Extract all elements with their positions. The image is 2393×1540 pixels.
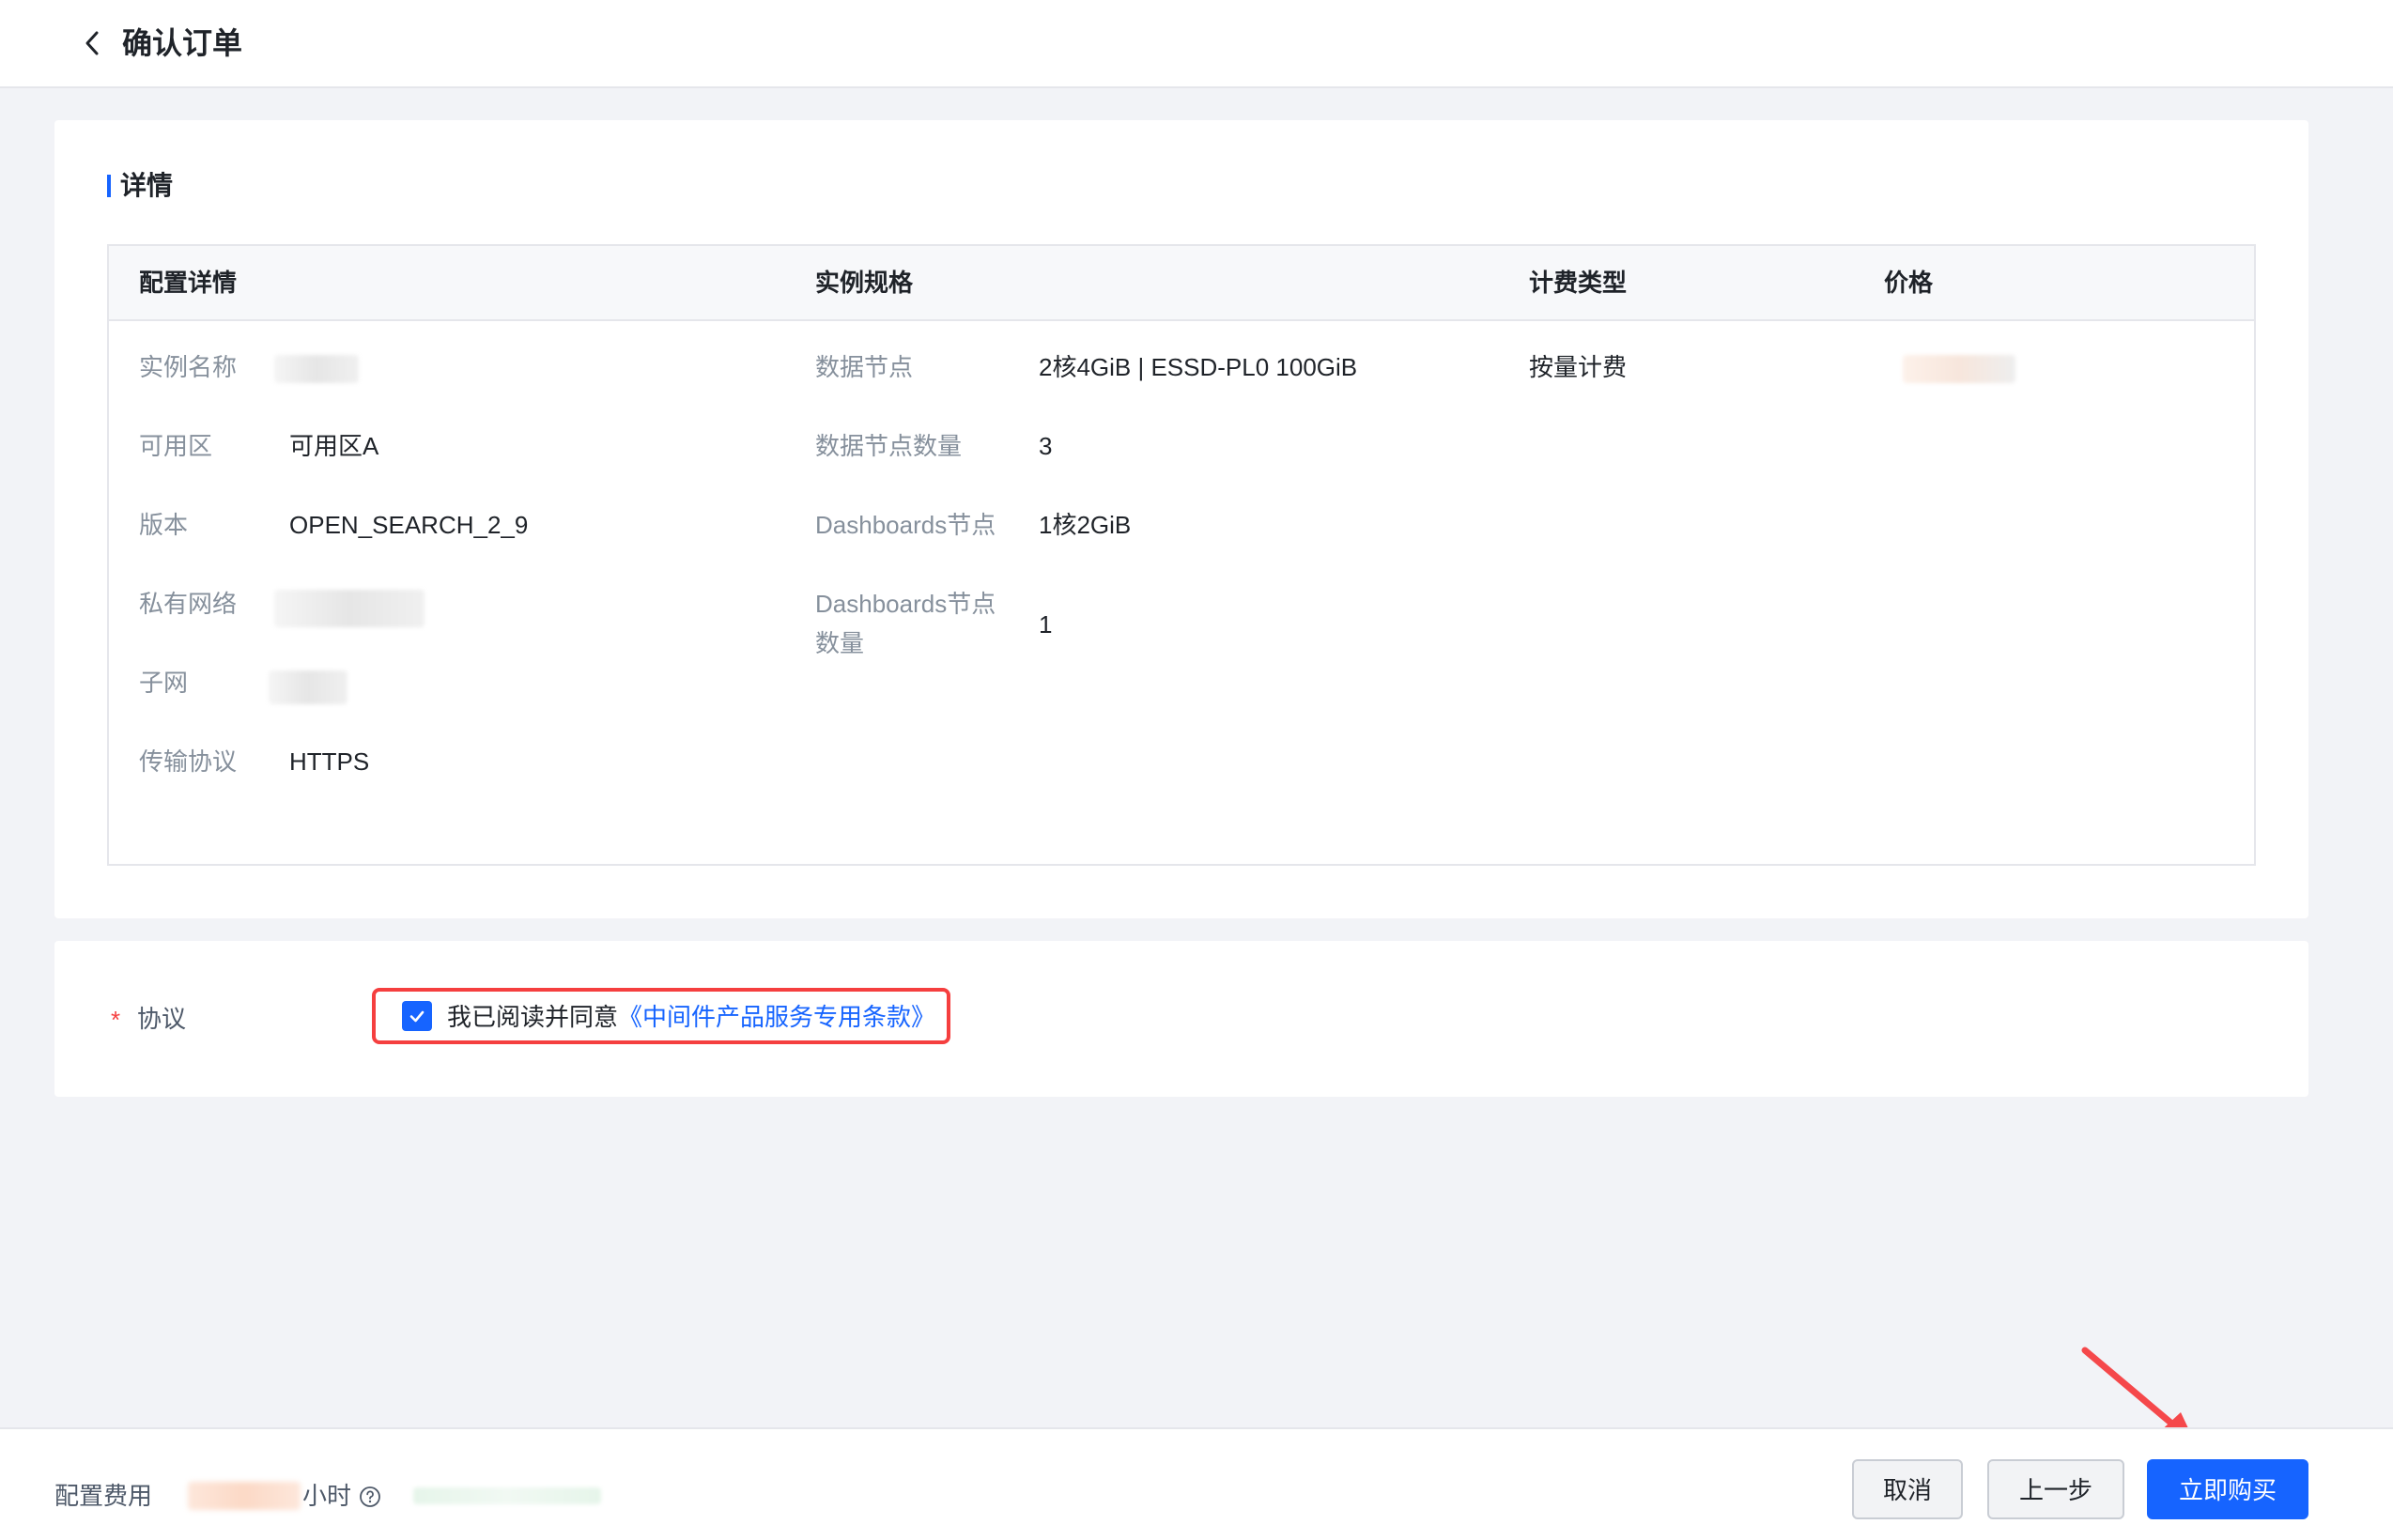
help-circle-icon[interactable] — [359, 1486, 381, 1508]
config-label-vpc: 私有网络 — [139, 590, 238, 618]
details-card: 详情 配置详情 实例规格 计费类型 价格 实例名称 可用区 可用区A 版本 OP… — [54, 120, 2308, 918]
footer-bar: 配置费用 小时 取消 上一步 立即购买 — [0, 1427, 2393, 1540]
spec-label-data-node-count: 数据节点数量 — [815, 432, 963, 460]
column-header-price: 价格 — [1884, 269, 1934, 297]
vpc-redacted — [274, 590, 425, 627]
column-header-spec: 实例规格 — [815, 269, 914, 297]
spec-value-dashboards-node-count: 1 — [1039, 610, 1053, 639]
required-mark: * — [111, 1006, 121, 1034]
agreement-text: 我已阅读并同意《中间件产品服务专用条款》 — [447, 997, 935, 1037]
page-title: 确认订单 — [122, 26, 243, 60]
subnet-redacted — [269, 670, 347, 704]
price-redacted — [1903, 355, 2015, 383]
agreement-label: 协议 — [137, 1005, 187, 1033]
config-label-subnet: 子网 — [139, 669, 189, 697]
spec-value-data-node: 2核4GiB | ESSD-PL0 100GiB — [1039, 353, 1358, 381]
config-label-protocol: 传输协议 — [139, 747, 238, 776]
config-label-instance-name: 实例名称 — [139, 353, 238, 381]
instance-name-redacted — [274, 355, 359, 383]
billing-type-value: 按量计费 — [1529, 353, 1628, 381]
spec-label-data-node: 数据节点 — [815, 353, 914, 381]
fee-price-redacted — [188, 1482, 301, 1510]
column-header-billing: 计费类型 — [1529, 269, 1628, 297]
config-value-version: OPEN_SEARCH_2_9 — [289, 511, 529, 539]
buy-now-button[interactable]: 立即购买 — [2147, 1459, 2308, 1519]
prev-step-button[interactable]: 上一步 — [1987, 1459, 2124, 1519]
fee-label: 配置费用 — [54, 1482, 153, 1510]
config-value-zone: 可用区A — [289, 432, 379, 460]
config-value-protocol: HTTPS — [289, 747, 370, 776]
table-header: 配置详情 实例规格 计费类型 价格 — [109, 246, 2254, 321]
fee-unit: 小时 — [302, 1482, 352, 1510]
order-table: 配置详情 实例规格 计费类型 价格 实例名称 可用区 可用区A 版本 OPEN_… — [107, 244, 2256, 866]
section-title: 详情 — [107, 167, 173, 205]
config-label-version: 版本 — [139, 511, 189, 539]
config-label-zone: 可用区 — [139, 432, 213, 460]
chevron-left-icon — [85, 31, 99, 55]
page-header: 确认订单 — [0, 0, 2393, 88]
column-header-config: 配置详情 — [139, 269, 238, 297]
spec-label-dashboards-node-count: Dashboards节点数量 — [815, 590, 996, 657]
agreement-checkbox[interactable] — [402, 1001, 432, 1031]
check-icon — [409, 1010, 425, 1023]
fee-detail-redacted — [413, 1487, 601, 1504]
spec-label-dashboards-node: Dashboards节点 — [815, 511, 996, 539]
cancel-button[interactable]: 取消 — [1852, 1459, 1963, 1519]
spec-value-data-node-count: 3 — [1039, 432, 1053, 460]
spec-value-dashboards-node: 1核2GiB — [1039, 511, 1132, 539]
agreement-card: * 协议 我已阅读并同意《中间件产品服务专用条款》 — [54, 941, 2308, 1097]
agreement-statement: 我已阅读并同意 — [447, 1003, 619, 1031]
back-button[interactable] — [71, 23, 113, 64]
terms-link[interactable]: 《中间件产品服务专用条款》 — [618, 1003, 935, 1031]
